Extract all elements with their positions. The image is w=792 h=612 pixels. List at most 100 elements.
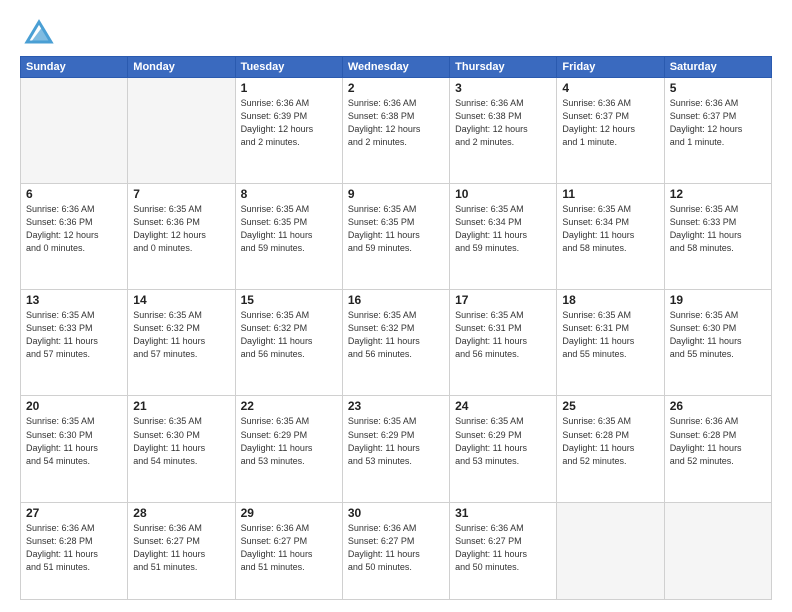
weekday-header-monday: Monday — [128, 57, 235, 78]
day-number: 11 — [562, 187, 658, 201]
day-number: 23 — [348, 399, 444, 413]
day-number: 1 — [241, 81, 337, 95]
day-info: Sunrise: 6:35 AM Sunset: 6:31 PM Dayligh… — [455, 309, 551, 361]
day-number: 29 — [241, 506, 337, 520]
calendar-cell — [557, 502, 664, 599]
day-number: 9 — [348, 187, 444, 201]
day-info: Sunrise: 6:36 AM Sunset: 6:37 PM Dayligh… — [670, 97, 766, 149]
day-info: Sunrise: 6:35 AM Sunset: 6:32 PM Dayligh… — [348, 309, 444, 361]
calendar-cell: 4 Sunrise: 6:36 AM Sunset: 6:37 PM Daylig… — [557, 78, 664, 184]
day-number: 20 — [26, 399, 122, 413]
calendar-cell: 15Sunrise: 6:35 AM Sunset: 6:32 PM Dayli… — [235, 290, 342, 396]
calendar-header-row: SundayMondayTuesdayWednesdayThursdayFrid… — [21, 57, 772, 78]
day-info: Sunrise: 6:36 AM Sunset: 6:37 PM Dayligh… — [562, 97, 658, 149]
day-number: 2 — [348, 81, 444, 95]
calendar-week-1: 1Sunrise: 6:36 AM Sunset: 6:39 PM Daylig… — [21, 78, 772, 184]
day-number: 15 — [241, 293, 337, 307]
calendar-week-5: 27 Sunrise: 6:36 AM Sunset: 6:28 PM Dayli… — [21, 502, 772, 599]
day-info: Sunrise: 6:36 AM Sunset: 6:28 PM Dayligh… — [26, 522, 122, 574]
day-number: 28 — [133, 506, 229, 520]
calendar-cell: 8 Sunrise: 6:35 AM Sunset: 6:35 PM Daylig… — [235, 184, 342, 290]
calendar-cell: 24Sunrise: 6:35 AM Sunset: 6:29 PM Dayli… — [450, 396, 557, 502]
weekday-header-thursday: Thursday — [450, 57, 557, 78]
day-info: Sunrise: 6:36 AM Sunset: 6:27 PM Dayligh… — [455, 522, 551, 574]
calendar-cell: 29 Sunrise: 6:36 AM Sunset: 6:27 PM Dayli… — [235, 502, 342, 599]
day-info: Sunrise: 6:36 AM Sunset: 6:36 PM Dayligh… — [26, 203, 122, 255]
day-number: 25 — [562, 399, 658, 413]
calendar-cell: 5 Sunrise: 6:36 AM Sunset: 6:37 PM Daylig… — [664, 78, 771, 184]
calendar-cell: 2Sunrise: 6:36 AM Sunset: 6:38 PM Daylig… — [342, 78, 449, 184]
day-info: Sunrise: 6:35 AM Sunset: 6:35 PM Dayligh… — [241, 203, 337, 255]
day-info: Sunrise: 6:35 AM Sunset: 6:32 PM Dayligh… — [133, 309, 229, 361]
day-info: Sunrise: 6:35 AM Sunset: 6:29 PM Dayligh… — [455, 415, 551, 467]
calendar-cell — [21, 78, 128, 184]
day-number: 17 — [455, 293, 551, 307]
day-number: 6 — [26, 187, 122, 201]
day-number: 5 — [670, 81, 766, 95]
calendar-cell: 22 Sunrise: 6:35 AM Sunset: 6:29 PM Dayli… — [235, 396, 342, 502]
day-number: 3 — [455, 81, 551, 95]
day-info: Sunrise: 6:36 AM Sunset: 6:38 PM Dayligh… — [455, 97, 551, 149]
day-info: Sunrise: 6:35 AM Sunset: 6:34 PM Dayligh… — [455, 203, 551, 255]
weekday-header-sunday: Sunday — [21, 57, 128, 78]
day-info: Sunrise: 6:36 AM Sunset: 6:28 PM Dayligh… — [670, 415, 766, 467]
header — [20, 18, 772, 46]
day-number: 27 — [26, 506, 122, 520]
calendar-cell: 18Sunrise: 6:35 AM Sunset: 6:31 PM Dayli… — [557, 290, 664, 396]
day-info: Sunrise: 6:35 AM Sunset: 6:36 PM Dayligh… — [133, 203, 229, 255]
calendar-cell: 19 Sunrise: 6:35 AM Sunset: 6:30 PM Dayli… — [664, 290, 771, 396]
day-number: 13 — [26, 293, 122, 307]
day-info: Sunrise: 6:35 AM Sunset: 6:28 PM Dayligh… — [562, 415, 658, 467]
weekday-header-friday: Friday — [557, 57, 664, 78]
calendar-cell: 10Sunrise: 6:35 AM Sunset: 6:34 PM Dayli… — [450, 184, 557, 290]
calendar-cell: 9 Sunrise: 6:35 AM Sunset: 6:35 PM Daylig… — [342, 184, 449, 290]
day-number: 7 — [133, 187, 229, 201]
calendar-cell: 13 Sunrise: 6:35 AM Sunset: 6:33 PM Dayli… — [21, 290, 128, 396]
calendar-table: SundayMondayTuesdayWednesdayThursdayFrid… — [20, 56, 772, 600]
calendar-cell: 28 Sunrise: 6:36 AM Sunset: 6:27 PM Dayli… — [128, 502, 235, 599]
calendar-cell: 16 Sunrise: 6:35 AM Sunset: 6:32 PM Dayli… — [342, 290, 449, 396]
calendar-cell: 1Sunrise: 6:36 AM Sunset: 6:39 PM Daylig… — [235, 78, 342, 184]
day-info: Sunrise: 6:35 AM Sunset: 6:35 PM Dayligh… — [348, 203, 444, 255]
calendar-cell: 30 Sunrise: 6:36 AM Sunset: 6:27 PM Dayli… — [342, 502, 449, 599]
calendar-cell: 3 Sunrise: 6:36 AM Sunset: 6:38 PM Daylig… — [450, 78, 557, 184]
day-number: 12 — [670, 187, 766, 201]
calendar-week-4: 20 Sunrise: 6:35 AM Sunset: 6:30 PM Dayli… — [21, 396, 772, 502]
day-info: Sunrise: 6:35 AM Sunset: 6:29 PM Dayligh… — [241, 415, 337, 467]
calendar-cell — [128, 78, 235, 184]
day-info: Sunrise: 6:35 AM Sunset: 6:31 PM Dayligh… — [562, 309, 658, 361]
calendar-cell: 20Sunrise: 6:35 AM Sunset: 6:30 PM Dayli… — [21, 396, 128, 502]
day-number: 14 — [133, 293, 229, 307]
logo-icon — [23, 18, 55, 46]
day-info: Sunrise: 6:36 AM Sunset: 6:27 PM Dayligh… — [241, 522, 337, 574]
day-info: Sunrise: 6:35 AM Sunset: 6:33 PM Dayligh… — [26, 309, 122, 361]
day-info: Sunrise: 6:35 AM Sunset: 6:29 PM Dayligh… — [348, 415, 444, 467]
day-number: 21 — [133, 399, 229, 413]
day-number: 30 — [348, 506, 444, 520]
day-info: Sunrise: 6:35 AM Sunset: 6:30 PM Dayligh… — [670, 309, 766, 361]
day-number: 19 — [670, 293, 766, 307]
calendar-cell: 14 Sunrise: 6:35 AM Sunset: 6:32 PM Dayli… — [128, 290, 235, 396]
day-number: 16 — [348, 293, 444, 307]
calendar-cell: 25 Sunrise: 6:35 AM Sunset: 6:28 PM Dayli… — [557, 396, 664, 502]
calendar-cell: 7 Sunrise: 6:35 AM Sunset: 6:36 PM Daylig… — [128, 184, 235, 290]
calendar-cell — [664, 502, 771, 599]
day-info: Sunrise: 6:36 AM Sunset: 6:27 PM Dayligh… — [133, 522, 229, 574]
day-number: 26 — [670, 399, 766, 413]
day-number: 31 — [455, 506, 551, 520]
day-number: 22 — [241, 399, 337, 413]
day-info: Sunrise: 6:35 AM Sunset: 6:30 PM Dayligh… — [133, 415, 229, 467]
day-info: Sunrise: 6:36 AM Sunset: 6:27 PM Dayligh… — [348, 522, 444, 574]
calendar-cell: 12Sunrise: 6:35 AM Sunset: 6:33 PM Dayli… — [664, 184, 771, 290]
calendar-cell: 21 Sunrise: 6:35 AM Sunset: 6:30 PM Dayli… — [128, 396, 235, 502]
calendar-cell: 6 Sunrise: 6:36 AM Sunset: 6:36 PM Daylig… — [21, 184, 128, 290]
calendar-cell: 11Sunrise: 6:35 AM Sunset: 6:34 PM Dayli… — [557, 184, 664, 290]
calendar-cell: 31 Sunrise: 6:36 AM Sunset: 6:27 PM Dayli… — [450, 502, 557, 599]
calendar-week-2: 6 Sunrise: 6:36 AM Sunset: 6:36 PM Daylig… — [21, 184, 772, 290]
day-number: 4 — [562, 81, 658, 95]
weekday-header-wednesday: Wednesday — [342, 57, 449, 78]
calendar-week-3: 13 Sunrise: 6:35 AM Sunset: 6:33 PM Dayli… — [21, 290, 772, 396]
page: SundayMondayTuesdayWednesdayThursdayFrid… — [0, 0, 792, 612]
day-number: 8 — [241, 187, 337, 201]
weekday-header-saturday: Saturday — [664, 57, 771, 78]
